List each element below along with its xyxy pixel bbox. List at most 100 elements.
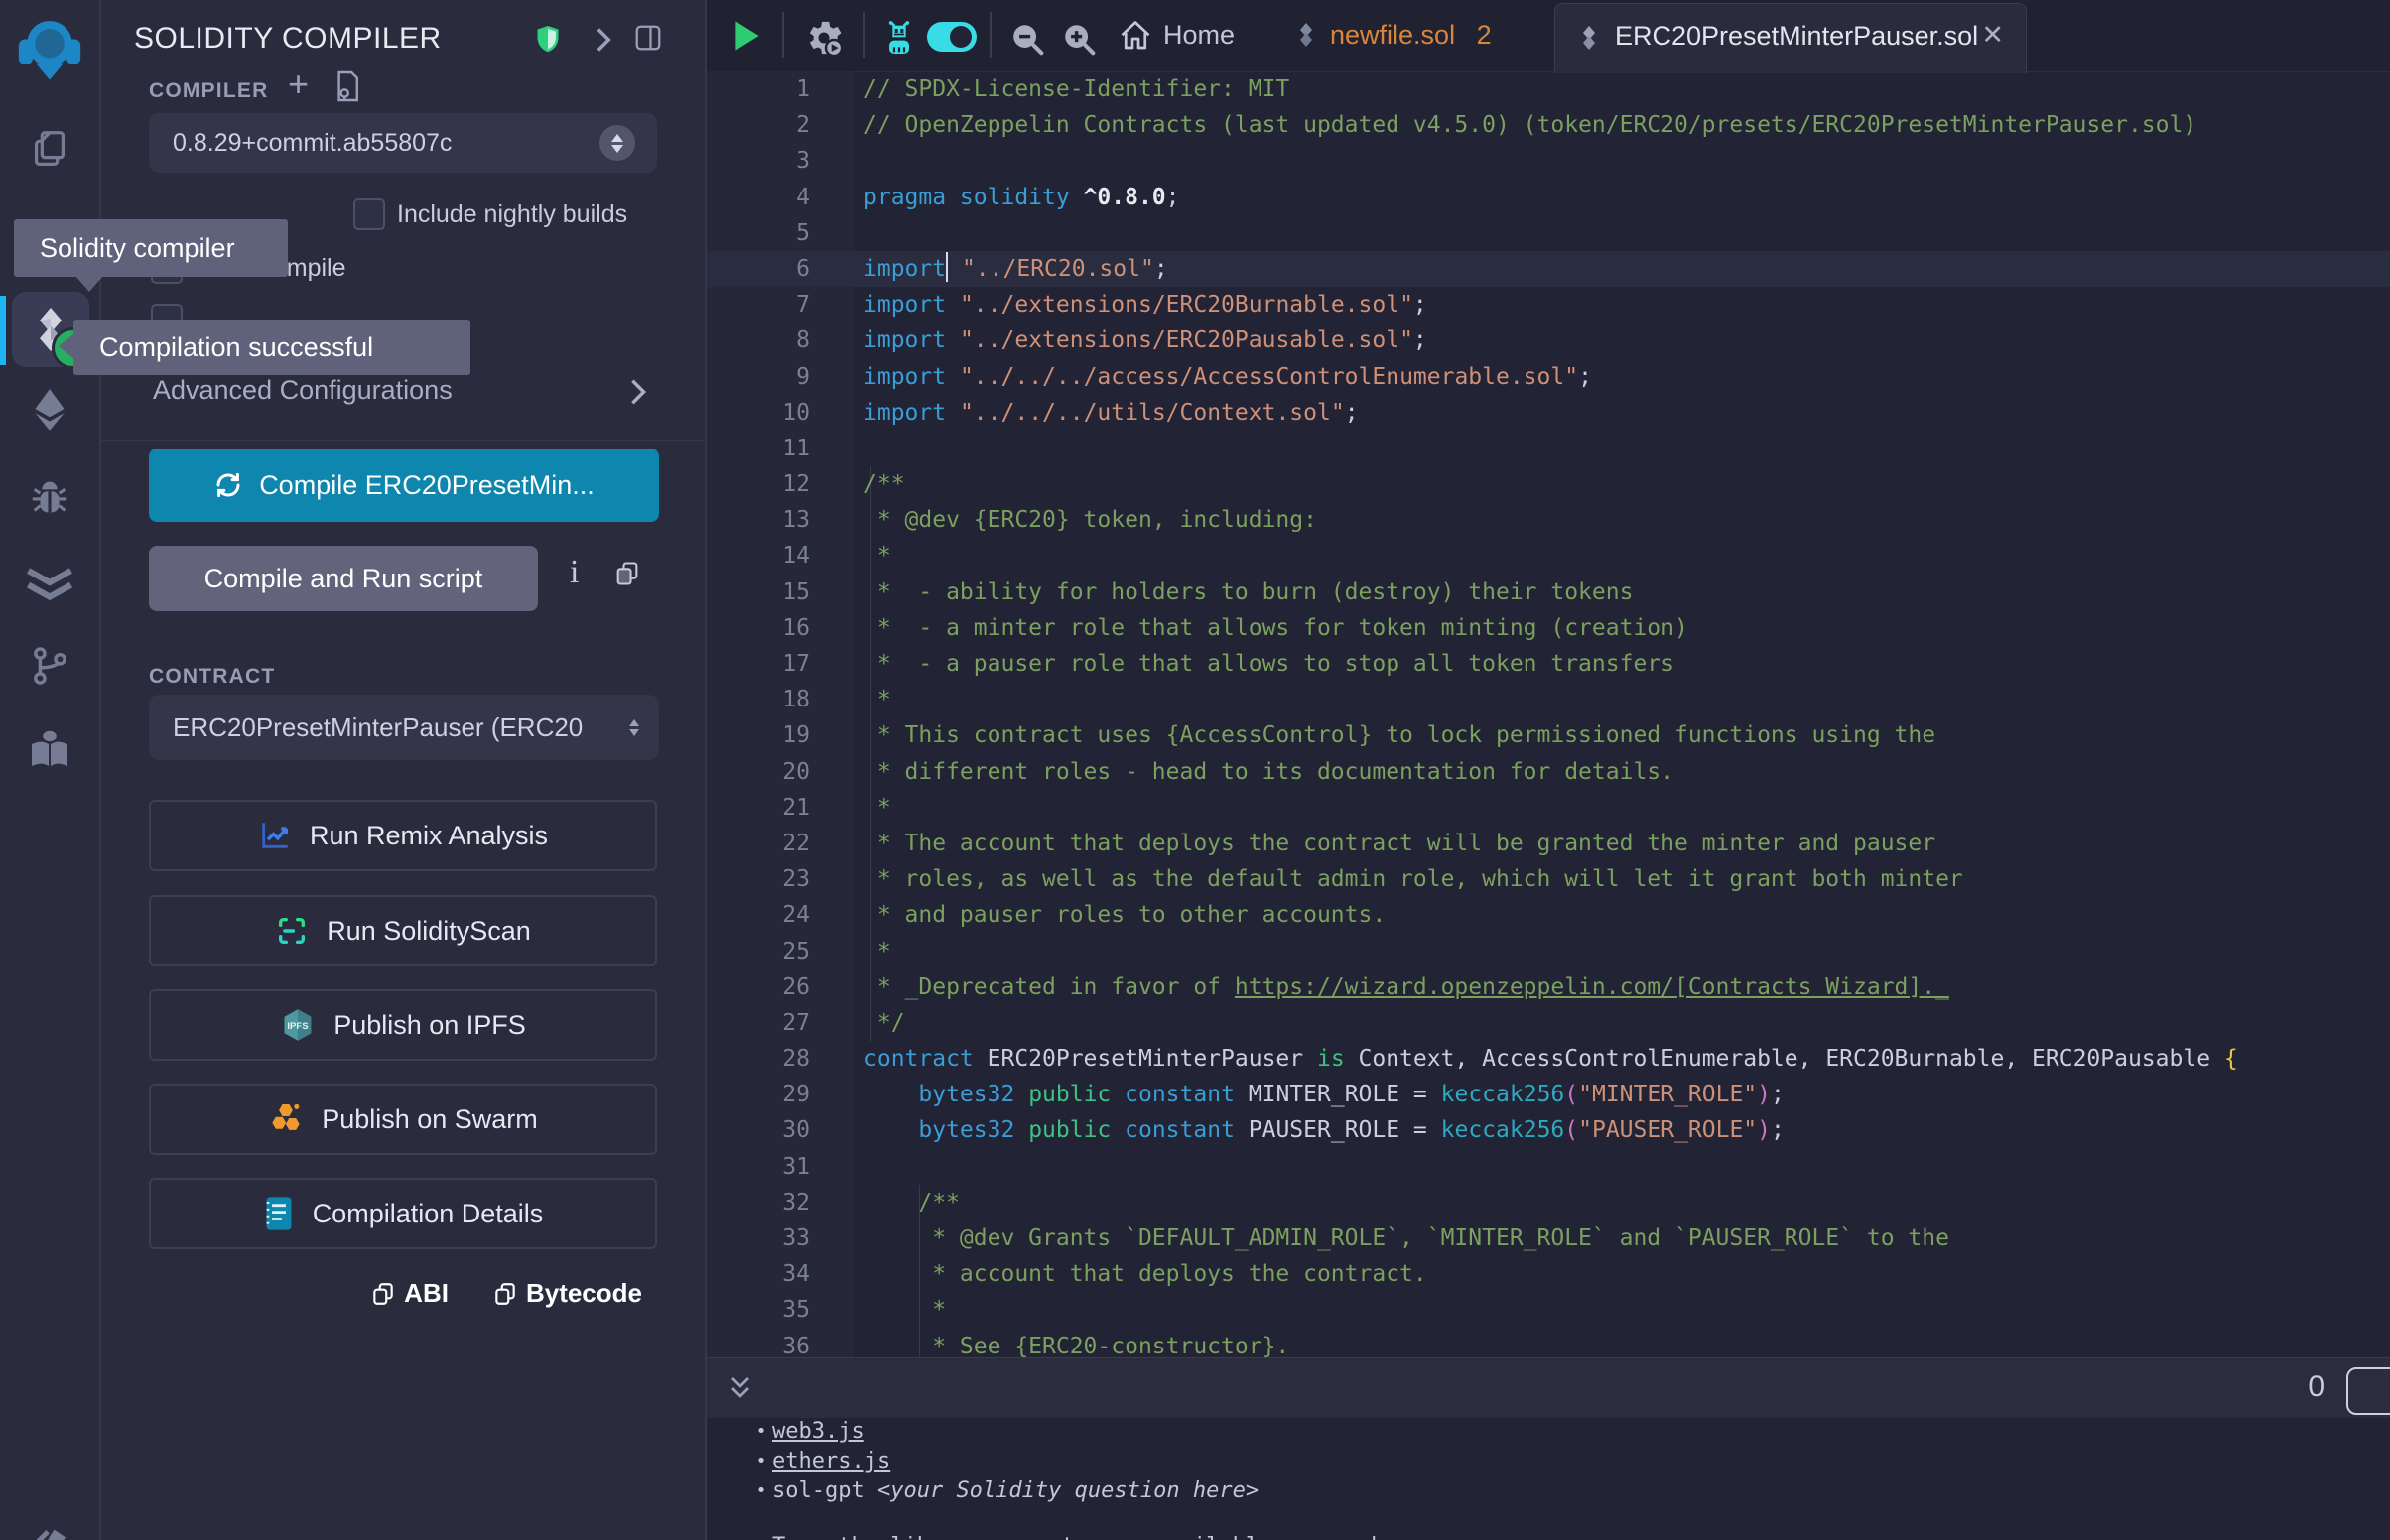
code-line[interactable]: 13 * @dev {ERC20} token, including: bbox=[707, 502, 2390, 538]
code-line[interactable]: 32 /** bbox=[707, 1185, 2390, 1220]
terminal-link[interactable]: ethers.js bbox=[772, 1447, 890, 1476]
code-line[interactable]: 27 */ bbox=[707, 1005, 2390, 1041]
script-config-gear-icon[interactable] bbox=[802, 16, 846, 60]
code-line[interactable]: 21 * bbox=[707, 790, 2390, 826]
run-solidityscan-button[interactable]: Run SolidityScan bbox=[149, 895, 657, 966]
remixai-robot-icon[interactable] bbox=[879, 18, 919, 60]
unit-testing-icon[interactable] bbox=[0, 560, 99, 605]
code-line[interactable]: 36 * See {ERC20-constructor}. bbox=[707, 1329, 2390, 1357]
plugin-manager-icon[interactable] bbox=[0, 1506, 99, 1540]
git-icon[interactable] bbox=[0, 641, 99, 691]
code-line[interactable]: 29 bytes32 public constant MINTER_ROLE =… bbox=[707, 1077, 2390, 1112]
svg-text:IPFS: IPFS bbox=[288, 1021, 310, 1032]
compiler-section-label: COMPILER bbox=[149, 79, 268, 103]
code-line[interactable]: 30 bytes32 public constant PAUSER_ROLE =… bbox=[707, 1112, 2390, 1148]
terminal-search-input[interactable] bbox=[2346, 1367, 2390, 1415]
copy-script-icon[interactable] bbox=[613, 558, 641, 589]
copy-bytecode-button[interactable]: Bytecode bbox=[492, 1278, 642, 1309]
copy-abi-button[interactable]: ABI bbox=[370, 1278, 449, 1309]
tab-newfile[interactable]: newfile.sol 2 bbox=[1330, 20, 1492, 51]
debugger-icon[interactable] bbox=[0, 472, 99, 522]
code-line[interactable]: 18 * bbox=[707, 682, 2390, 717]
shield-icon[interactable] bbox=[534, 24, 562, 56]
code-line[interactable]: 5 bbox=[707, 215, 2390, 251]
include-nightly-label: Include nightly builds bbox=[397, 200, 627, 229]
include-nightly-checkbox[interactable] bbox=[353, 198, 385, 230]
pin-panel-icon[interactable] bbox=[633, 22, 663, 54]
code-line[interactable]: 17 * - a pauser role that allows to stop… bbox=[707, 646, 2390, 682]
details-icon bbox=[263, 1196, 295, 1231]
code-line[interactable]: 16 * - a minter role that allows for tok… bbox=[707, 610, 2390, 646]
code-line[interactable]: 7import "../extensions/ERC20Burnable.sol… bbox=[707, 287, 2390, 322]
publish-swarm-button[interactable]: Publish on Swarm bbox=[149, 1084, 657, 1155]
code-line[interactable]: 33 * @dev Grants `DEFAULT_ADMIN_ROLE`, `… bbox=[707, 1220, 2390, 1256]
code-line[interactable]: 15 * - ability for holders to burn (dest… bbox=[707, 575, 2390, 610]
add-compiler-icon[interactable]: + bbox=[288, 64, 309, 105]
code-line[interactable]: 19 * This contract uses {AccessControl} … bbox=[707, 717, 2390, 753]
code-line[interactable]: 6import "../ERC20.sol"; bbox=[707, 251, 2390, 287]
zoom-out-icon[interactable] bbox=[1008, 20, 1046, 58]
compilation-details-button[interactable]: Compilation Details bbox=[149, 1178, 657, 1249]
code-line[interactable]: 26 * _Deprecated in favor of https://wiz… bbox=[707, 969, 2390, 1005]
code-line[interactable]: 22 * The account that deploys the contra… bbox=[707, 826, 2390, 861]
terminal-expand-chevrons-icon[interactable] bbox=[725, 1371, 756, 1405]
run-remix-analysis-button[interactable]: Run Remix Analysis bbox=[149, 800, 657, 871]
info-icon[interactable]: i bbox=[570, 554, 579, 591]
close-tab-icon[interactable]: ✕ bbox=[1981, 20, 2004, 51]
terminal-link[interactable]: web3.js bbox=[772, 1417, 864, 1447]
line-number: 33 bbox=[707, 1220, 810, 1256]
code-lines: 1// SPDX-License-Identifier: MIT2// Open… bbox=[707, 71, 2390, 1357]
code-line[interactable]: 8import "../extensions/ERC20Pausable.sol… bbox=[707, 322, 2390, 358]
code-line[interactable]: 20 * different roles - head to its docum… bbox=[707, 754, 2390, 790]
home-tab[interactable]: Home bbox=[1163, 20, 1235, 51]
run-script-play-icon[interactable] bbox=[732, 20, 762, 52]
code-line[interactable]: 3 bbox=[707, 143, 2390, 179]
code-line[interactable]: 24 * and pauser roles to other accounts. bbox=[707, 897, 2390, 933]
code-line[interactable]: 4pragma solidity ^0.8.0; bbox=[707, 180, 2390, 215]
compile-and-run-button[interactable]: Compile and Run script bbox=[149, 546, 538, 611]
compile-button[interactable]: Compile ERC20PresetMin... bbox=[149, 449, 659, 522]
code-editor[interactable]: 1// SPDX-License-Identifier: MIT2// Open… bbox=[707, 71, 2390, 1357]
code-line[interactable]: 9import "../../../access/AccessControlEn… bbox=[707, 359, 2390, 395]
terminal-header[interactable]: 0 bbox=[707, 1357, 2390, 1418]
code-line[interactable]: 2// OpenZeppelin Contracts (last updated… bbox=[707, 107, 2390, 143]
editor-region: Home newfile.sol 2 ERC20PresetMin bbox=[707, 0, 2390, 1540]
line-number: 35 bbox=[707, 1292, 810, 1328]
code-line[interactable]: 25 * bbox=[707, 934, 2390, 969]
line-number: 2 bbox=[707, 107, 810, 143]
learneth-icon[interactable] bbox=[0, 726, 99, 774]
line-number: 6 bbox=[707, 251, 810, 287]
publish-ipfs-button[interactable]: IPFS Publish on IPFS bbox=[149, 989, 657, 1061]
home-tab-icon[interactable] bbox=[1118, 18, 1153, 54]
code-line[interactable]: 14 * bbox=[707, 538, 2390, 574]
code-line[interactable]: 1// SPDX-License-Identifier: MIT bbox=[707, 71, 2390, 107]
contract-select[interactable]: ERC20PresetMinterPauser (ERC20 bbox=[149, 695, 659, 760]
terminal-line: •web3.js bbox=[707, 1417, 2390, 1447]
line-number: 31 bbox=[707, 1149, 810, 1185]
code-line[interactable]: 31 bbox=[707, 1149, 2390, 1185]
file-explorer-icon[interactable] bbox=[0, 125, 99, 175]
solidity-file-icon bbox=[1294, 20, 1318, 50]
code-line[interactable]: 28contract ERC20PresetMinterPauser is Co… bbox=[707, 1041, 2390, 1077]
zoom-in-icon[interactable] bbox=[1060, 20, 1098, 58]
code-line[interactable]: 34 * account that deploys the contract. bbox=[707, 1256, 2390, 1292]
tooltip-solidity-compiler: Solidity compiler bbox=[14, 219, 288, 277]
code-line[interactable]: 12/** bbox=[707, 466, 2390, 502]
line-number: 32 bbox=[707, 1185, 810, 1220]
advanced-chevron-right-icon[interactable] bbox=[625, 377, 651, 407]
code-line[interactable]: 23 * roles, as well as the default admin… bbox=[707, 861, 2390, 897]
code-line[interactable]: 11 bbox=[707, 431, 2390, 466]
deploy-run-icon[interactable] bbox=[0, 383, 99, 437]
compiler-file-icon[interactable] bbox=[333, 69, 361, 103]
remixai-toggle[interactable] bbox=[927, 22, 977, 52]
tab-erc20-preset-minter-pauser[interactable]: ERC20PresetMinterPauser.sol ✕ bbox=[1554, 3, 2027, 73]
advanced-configurations-toggle[interactable]: Advanced Configurations bbox=[153, 375, 453, 406]
code-line[interactable]: 10import "../../../utils/Context.sol"; bbox=[707, 395, 2390, 431]
terminal-content[interactable]: •web3.js•ethers.js•sol-gpt <your Solidit… bbox=[707, 1417, 2390, 1540]
remix-logo-icon[interactable] bbox=[0, 14, 99, 81]
compiler-version-select[interactable]: 0.8.29+commit.ab55807c bbox=[149, 113, 657, 173]
code-line[interactable]: 35 * bbox=[707, 1292, 2390, 1328]
line-number: 23 bbox=[707, 861, 810, 897]
select-arrows-icon bbox=[599, 125, 635, 161]
chevron-right-icon[interactable] bbox=[592, 26, 615, 54]
